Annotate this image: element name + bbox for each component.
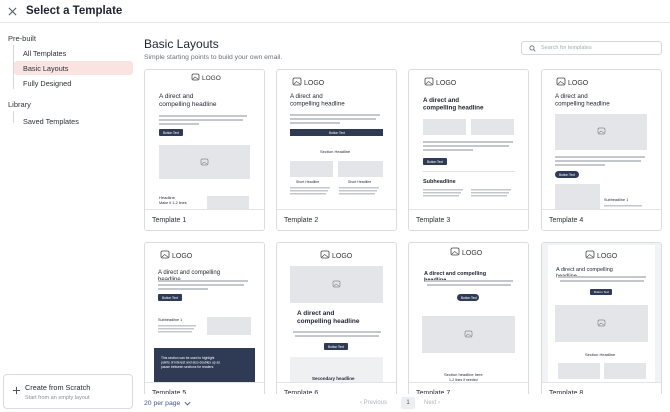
template-card-3[interactable]: LOGO A direct and compelling headline But… <box>408 69 529 231</box>
logo-icon <box>556 77 566 86</box>
preview-section-headline: Section Headline <box>585 352 616 357</box>
preview-logo: LOGO <box>436 80 457 87</box>
preview-button: Button Text <box>427 160 443 164</box>
template-preview: LOGO A direct and compelling headline But… <box>145 70 264 210</box>
template-label: Template 1 <box>145 209 264 230</box>
template-label: Template 3 <box>409 209 528 230</box>
preview-subheadline-1: Subheadline 1 <box>158 318 182 322</box>
preview-dark-text: This section can be used to highlight poi… <box>161 356 220 369</box>
template-preview: LOGO A direct and compellingheadline But… <box>145 243 264 383</box>
plus-icon <box>11 386 21 398</box>
main-content: Basic Layouts Simple starting points to … <box>141 23 670 412</box>
preview-headline: A direct and compelling headline <box>297 310 360 325</box>
preview-button: Button Text <box>461 296 477 300</box>
previous-button[interactable]: ‹ Previous <box>360 400 387 406</box>
preview-section-headline-here: Section headline here <box>444 372 483 377</box>
preview-logo: LOGO <box>304 80 325 87</box>
template-preview: LOGO A direct and compellingheadline But… <box>542 243 661 383</box>
template-label: Template 7 <box>409 382 528 394</box>
logo-icon <box>191 73 200 81</box>
sidebar: Pre-built All Templates Basic Layouts Fu… <box>0 23 141 412</box>
template-preview: LOGO A direct and compelling headline But… <box>277 243 396 383</box>
logo-icon <box>292 77 302 86</box>
preview-headline: A direct and compelling headline <box>555 93 610 107</box>
logo-icon <box>424 77 434 86</box>
logo-icon <box>450 247 460 256</box>
preview-short-headline: Short Headline <box>348 180 371 184</box>
sidebar-item-saved-templates[interactable]: Saved Templates <box>14 114 133 128</box>
template-card-2[interactable]: LOGO A direct and compelling headline But… <box>276 69 397 231</box>
scratch-text: Create from Scratch Start from an empty … <box>25 383 90 401</box>
template-card-6[interactable]: LOGO A direct and compelling headline But… <box>276 242 397 394</box>
template-preview: LOGO A direct and compelling headline But… <box>409 70 528 210</box>
preview-headline-small: Headline <box>159 195 176 200</box>
template-preview: LOGO A direct and compellingheadline But… <box>409 243 528 383</box>
preview-button: Button Text <box>162 296 178 300</box>
preview-headline: A direct and compelling headline <box>423 97 484 112</box>
logo-icon <box>320 250 330 259</box>
preview-make-it: Make it 1-2 lines <box>159 201 187 205</box>
preview-secondary-headline: Secondary headline <box>312 376 355 381</box>
close-icon[interactable] <box>7 6 17 16</box>
modal-title: Select a Template <box>26 5 123 17</box>
preview-subheadline: Subheadline <box>423 179 456 185</box>
template-preview: LOGO A direct and compelling headline But… <box>277 70 396 210</box>
preview-short-headline: Short Headline <box>296 180 319 184</box>
next-button[interactable]: Next › <box>424 400 440 406</box>
template-label: Template 5 <box>145 382 264 394</box>
template-label: Template 4 <box>542 209 661 230</box>
create-from-scratch-button[interactable]: Create from Scratch Start from an empty … <box>3 374 133 409</box>
scratch-title: Create from Scratch <box>25 382 91 392</box>
preview-button: Button Text <box>329 131 345 135</box>
preview-headline: A direct and compelling headline <box>159 93 217 108</box>
template-label: Template 2 <box>277 209 396 230</box>
chevron-right-icon: › <box>436 400 441 406</box>
search-icon <box>529 44 536 52</box>
preview-logo: LOGO <box>597 253 618 260</box>
previous-label: Previous <box>363 400 388 406</box>
page-number[interactable]: 1 <box>401 397 415 409</box>
template-card-1[interactable]: LOGO A direct and compelling headline But… <box>144 69 265 231</box>
search-box[interactable] <box>521 41 662 55</box>
preview-headline: A direct and compelling headline <box>290 93 345 107</box>
preview-button: Button Text <box>163 131 179 135</box>
template-card-8[interactable]: LOGO A direct and compellingheadline But… <box>541 242 662 394</box>
page-subtitle: Simple starting points to build your own… <box>144 54 283 61</box>
sidebar-item-fully-designed[interactable]: Fully Designed <box>14 76 133 90</box>
template-label: Template 8 <box>542 382 661 394</box>
preview-button: Button Text <box>594 290 609 294</box>
preview-logo: LOGO <box>202 75 221 82</box>
preview-button: Button Text <box>328 345 344 349</box>
preview-subheadline-1: Subheadline 1 <box>604 198 628 202</box>
sidebar-item-all-templates[interactable]: All Templates <box>14 46 133 60</box>
template-card-5[interactable]: LOGO A direct and compellingheadline But… <box>144 242 265 394</box>
page-title: Basic Layouts <box>144 37 219 51</box>
preview-logo: LOGO <box>462 250 483 257</box>
per-page-select[interactable]: 20 per page <box>144 400 191 407</box>
preview-button: Button Text <box>559 173 575 177</box>
sidebar-section-library: Library <box>8 100 31 109</box>
template-card-7[interactable]: LOGO A direct and compellingheadline But… <box>408 242 529 394</box>
preview-logo: LOGO <box>568 80 589 87</box>
template-grid: LOGO A direct and compelling headline But… <box>144 69 662 394</box>
logo-icon <box>160 250 170 259</box>
next-label: Next <box>424 400 437 406</box>
preview-section-headline: Section Headline <box>320 149 351 154</box>
sidebar-section-prebuilt: Pre-built <box>8 34 36 43</box>
template-label: Template 6 <box>277 382 396 394</box>
per-page-label: 20 per page <box>144 400 181 407</box>
chevron-down-icon <box>184 401 191 406</box>
sidebar-item-basic-layouts[interactable]: Basic Layouts <box>14 61 133 75</box>
template-preview: LOGO A direct and compelling headline But… <box>542 70 661 210</box>
scratch-subtitle: Start from an empty layout <box>25 394 90 401</box>
preview-logo: LOGO <box>172 253 193 260</box>
pagination-bar: 20 per page ‹ Previous 1 Next › <box>141 396 670 412</box>
search-input[interactable] <box>541 45 651 51</box>
template-card-4[interactable]: LOGO A direct and compelling headline But… <box>541 69 662 231</box>
preview-logo: LOGO <box>332 253 353 260</box>
modal-header: Select a Template <box>0 0 670 23</box>
